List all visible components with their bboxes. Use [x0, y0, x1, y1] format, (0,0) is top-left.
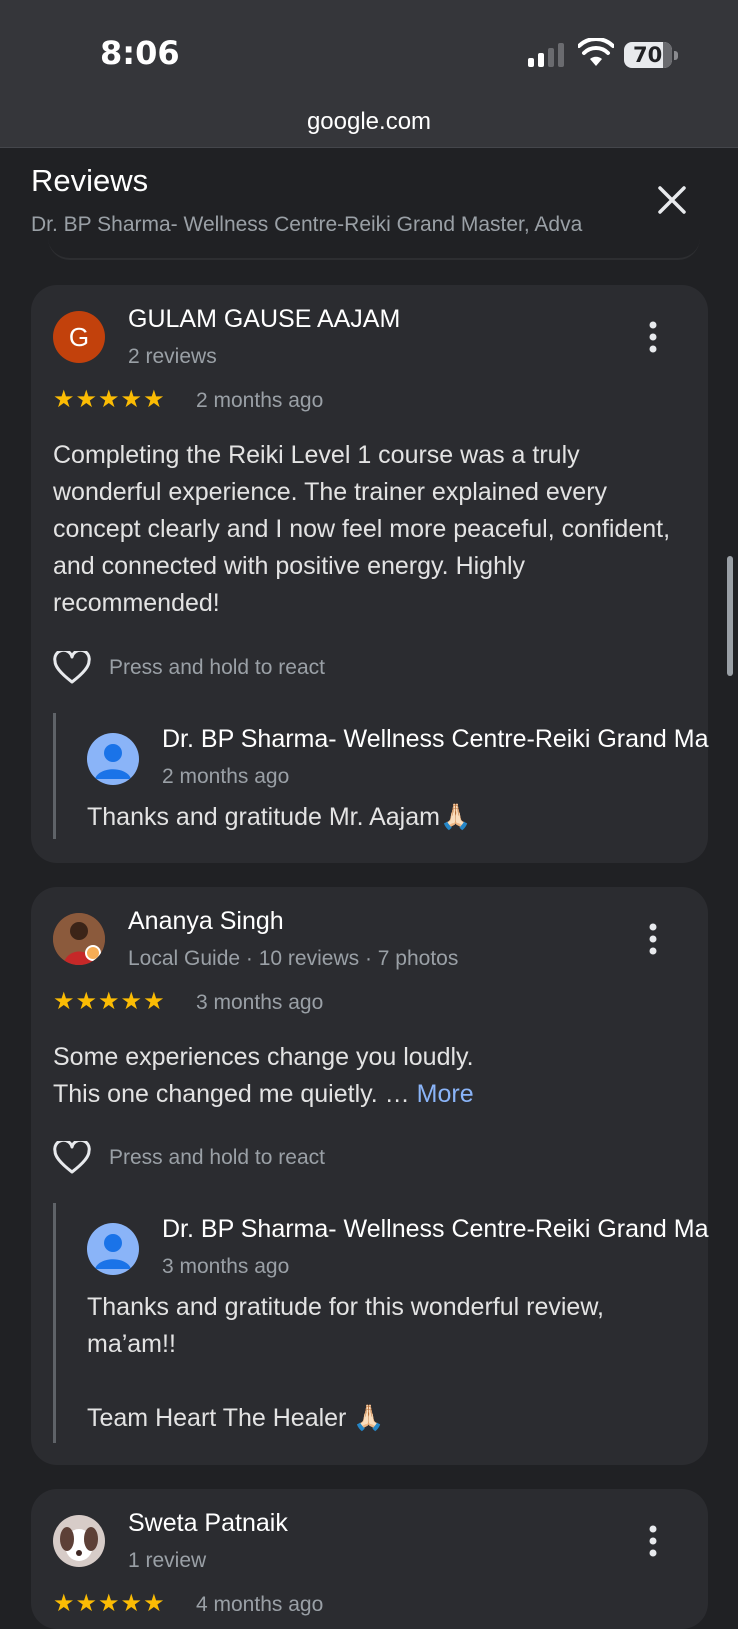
react-hint[interactable]: Press and hold to react	[109, 1146, 325, 1170]
address-bar-url[interactable]: google.com	[0, 108, 738, 136]
scrollbar[interactable]	[727, 556, 733, 676]
battery-level: 70	[633, 43, 663, 67]
reviewer-name[interactable]: Ananya Singh	[128, 907, 284, 936]
heart-icon[interactable]	[53, 1141, 91, 1175]
more-link[interactable]: More	[417, 1080, 474, 1108]
review-card: G GULAM GAUSE AAJAM 2 reviews ★★★★★ 2 mo…	[31, 285, 708, 863]
review-text: Some experiences change you loudly. This…	[53, 1039, 693, 1113]
person-icon	[95, 1234, 131, 1269]
avatar[interactable]	[53, 1515, 105, 1567]
review-card: Ananya Singh Local Guide · 10 reviews · …	[31, 887, 708, 1465]
avatar[interactable]	[53, 913, 105, 965]
heart-icon[interactable]	[53, 651, 91, 685]
review-date: 3 months ago	[196, 991, 324, 1014]
status-time: 8:06	[100, 34, 180, 72]
profile-photo-icon	[53, 913, 105, 965]
reviewer-name[interactable]: Sweta Patnaik	[128, 1509, 288, 1538]
cellular-signal-icon	[528, 43, 564, 67]
avatar[interactable]: G	[53, 311, 105, 363]
review-card: Sweta Patnaik 1 review ★★★★★ 4 months ag…	[31, 1489, 708, 1629]
battery-icon: 70	[624, 42, 678, 68]
star-rating: ★★★★★	[53, 386, 166, 413]
review-text: Completing the Reiki Level 1 course was …	[53, 441, 671, 617]
owner-name: Dr. BP Sharma- Wellness Centre-Reiki Gra…	[162, 725, 709, 753]
star-rating: ★★★★★	[53, 988, 166, 1015]
owner-name: Dr. BP Sharma- Wellness Centre-Reiki Gra…	[162, 1215, 709, 1243]
review-text-content: Some experiences change you loudly. This…	[53, 1043, 474, 1108]
close-button[interactable]	[652, 180, 692, 220]
star-rating: ★★★★★	[53, 1590, 166, 1617]
owner-reply-text: Thanks and gratitude Mr. Aajam🙏🏻	[87, 803, 472, 831]
more-options-icon[interactable]	[641, 1523, 665, 1559]
reviewer-name[interactable]: GULAM GAUSE AAJAM	[128, 305, 400, 334]
reply-divider	[53, 1203, 56, 1443]
owner-reply-text: Thanks and gratitude for this wonderful …	[87, 1293, 604, 1432]
previous-card-edge	[48, 238, 700, 260]
reply-date: 2 months ago	[162, 765, 290, 788]
more-options-icon[interactable]	[641, 319, 665, 355]
owner-avatar	[87, 1223, 139, 1275]
owner-avatar	[87, 733, 139, 785]
review-date: 4 months ago	[196, 1593, 324, 1616]
reviewer-meta: 2 reviews	[128, 345, 217, 368]
more-options-icon[interactable]	[641, 921, 665, 957]
person-icon	[95, 744, 131, 779]
sheet-subtitle: Dr. BP Sharma- Wellness Centre-Reiki Gra…	[31, 213, 583, 236]
profile-photo-icon	[53, 1515, 105, 1567]
sheet-title: Reviews	[31, 163, 149, 198]
review-date: 2 months ago	[196, 389, 324, 412]
reviewer-meta: Local Guide · 10 reviews · 7 photos	[128, 947, 459, 970]
reply-divider	[53, 713, 56, 839]
close-icon	[658, 186, 686, 214]
reply-date: 3 months ago	[162, 1255, 290, 1278]
status-bar: 8:06 70 google.com	[0, 0, 738, 148]
reviewer-meta: 1 review	[128, 1549, 207, 1572]
wifi-icon	[578, 38, 614, 66]
react-hint[interactable]: Press and hold to react	[109, 656, 325, 680]
